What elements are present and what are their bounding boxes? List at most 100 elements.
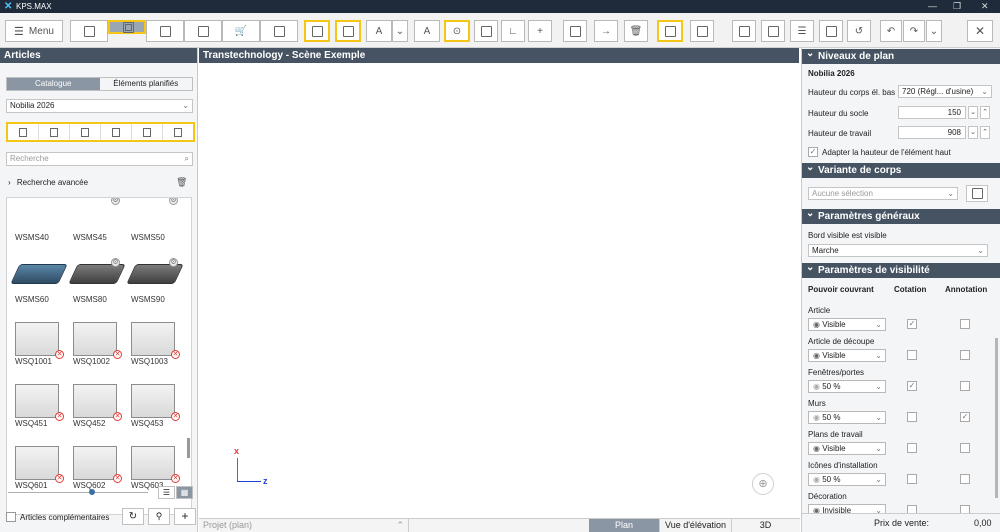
cotation-checkbox[interactable] [907,350,917,360]
list-view-button[interactable]: ☰ [158,486,175,499]
tool-export-button[interactable] [563,20,587,42]
adapt-checkbox[interactable]: ✓ [808,147,818,157]
article-item[interactable]: ✕ WSQ1001 [9,312,67,370]
variant-select[interactable]: Aucune sélection ⌄ [808,187,958,200]
tool-corner-button[interactable]: ∟ [501,20,525,42]
annotation-checkbox[interactable] [960,443,970,453]
tab-elements-planifies[interactable]: Éléments planifiés [100,78,193,90]
complementary-checkbox[interactable] [6,512,16,522]
section-visibilite[interactable]: Paramètres de visibilité [802,260,1000,278]
tool-arrow-button[interactable]: → [594,20,618,42]
section-niveaux[interactable]: Niveaux de plan [802,46,1000,64]
annotation-checkbox[interactable] [960,474,970,484]
annotation-checkbox[interactable] [960,350,970,360]
tool-door-button[interactable] [690,20,714,42]
zoom-slider-track[interactable] [8,492,148,493]
annotation-checkbox[interactable]: ✓ [960,412,970,422]
annotation-checkbox[interactable] [960,381,970,391]
article-item[interactable]: ⚙ WSMS45 [67,198,125,246]
article-item[interactable]: ✕ WSQ602 [67,436,125,494]
article-item[interactable]: ⚙ WSMS90 [125,250,184,308]
tool-text-button[interactable]: A [366,20,392,42]
tool-text-dropdown[interactable]: ⌄ [392,20,408,42]
socle-increment[interactable]: ⌃ [980,106,990,119]
cart-button[interactable]: 🛒 [222,20,260,42]
article-item[interactable]: ⚙ WSMS80 [67,250,126,308]
travail-increment[interactable]: ⌃ [980,126,990,139]
tool-copy-button[interactable] [657,20,683,42]
checklist-button[interactable]: ☰ [790,20,814,42]
article-item[interactable]: ✕ WSQ451 [9,374,67,432]
field-travail-input[interactable]: 908 [898,126,966,139]
refresh-button[interactable]: ↻ [122,508,144,525]
document-button[interactable] [260,20,298,42]
cotation-checkbox[interactable] [907,412,917,422]
visibility-select[interactable]: ◉ 50 % ⌄ [808,380,886,393]
tool-annotate-button[interactable]: A [414,20,440,42]
variant-config-button[interactable] [966,185,988,202]
category-appliance-button[interactable] [132,124,163,140]
article-item[interactable]: ✕ WSQ601 [9,436,67,494]
menu-button[interactable]: ☰ Menu [5,20,63,42]
tool-list-button[interactable] [335,20,361,42]
floorplan-view-button[interactable] [70,20,108,42]
tool-location-button[interactable]: ⊙ [444,20,470,42]
article-item[interactable]: ✕ WSQ1002 [67,312,125,370]
add-button[interactable]: + [174,508,196,525]
field-corps-select[interactable]: 720 (Régl... d'usine) ⌄ [898,85,992,98]
article-item[interactable]: WSMS60 [9,250,68,308]
cotation-checkbox[interactable]: ✓ [907,319,917,329]
3d-object-button[interactable] [184,20,222,42]
grid-scrollbar[interactable] [187,438,190,458]
annotation-checkbox[interactable] [960,319,970,329]
minimize-icon[interactable]: — [928,1,937,11]
tool-wall-button[interactable] [474,20,498,42]
tab-3d[interactable]: 3D [731,519,799,532]
visibility-select[interactable]: ◉ Visible ⌄ [808,318,886,331]
close-window-icon[interactable]: ✕ [981,1,989,12]
section-generaux[interactable]: Paramètres généraux [802,206,1000,224]
navigation-orb-icon[interactable]: ⊕ [752,473,774,495]
edit-view-button[interactable] [146,20,184,42]
articles-view-button[interactable] [108,20,146,34]
article-item[interactable]: ✕ WSQ453 [125,374,183,432]
field-socle-input[interactable]: 150 [898,106,966,119]
visibility-select[interactable]: ◉ 50 % ⌄ [808,473,886,486]
category-sink-button[interactable] [101,124,132,140]
save-button[interactable] [819,20,843,42]
category-tall-button[interactable] [70,124,101,140]
undo-button[interactable]: ↶ [880,20,902,42]
category-accessory-button[interactable] [163,124,193,140]
visibility-select[interactable]: ◉ Visible ⌄ [808,442,886,455]
tool-add-element-button[interactable]: + [528,20,552,42]
tab-catalogue[interactable]: Catalogue [7,78,100,90]
restore-icon[interactable]: ❐ [953,1,961,12]
article-item[interactable]: WSMS40 [9,198,67,246]
redo-dropdown[interactable]: ⌄ [926,20,942,42]
section-variante[interactable]: Variante de corps [802,160,1000,178]
link-button[interactable]: ⚲ [148,508,170,525]
tab-elevation[interactable]: Vue d'élévation [659,519,731,532]
layout-button[interactable] [761,20,785,42]
tab-plan[interactable]: Plan [589,519,659,532]
travail-decrement[interactable]: ⌄ [968,126,978,139]
visibility-select[interactable]: ◉ Visible ⌄ [808,349,886,362]
article-item[interactable]: ✕ WSQ452 [67,374,125,432]
close-panel-button[interactable]: ✕ [967,20,993,42]
cotation-checkbox[interactable] [907,443,917,453]
socle-decrement[interactable]: ⌄ [968,106,978,119]
scene-canvas[interactable]: Transtechnology - Scène Exemple x z ⊕ Pr… [199,48,800,532]
border-select[interactable]: Marche ⌄ [808,244,988,257]
presentation-button[interactable] [732,20,756,42]
article-item[interactable]: ✕ WSQ1003 [125,312,183,370]
tool-catalog-button[interactable] [304,20,330,42]
search-input[interactable]: Recherche ⌕ [6,152,193,166]
catalog-select[interactable]: Nobilia 2026 ⌄ [6,99,193,113]
category-wall-button[interactable] [39,124,70,140]
article-item[interactable]: ⚙ WSMS50 [125,198,183,246]
zoom-slider-thumb[interactable] [89,489,95,495]
grid-view-button[interactable]: ▦ [176,486,193,499]
cotation-checkbox[interactable] [907,474,917,484]
cotation-checkbox[interactable]: ✓ [907,381,917,391]
visibility-select[interactable]: ◉ 50 % ⌄ [808,411,886,424]
